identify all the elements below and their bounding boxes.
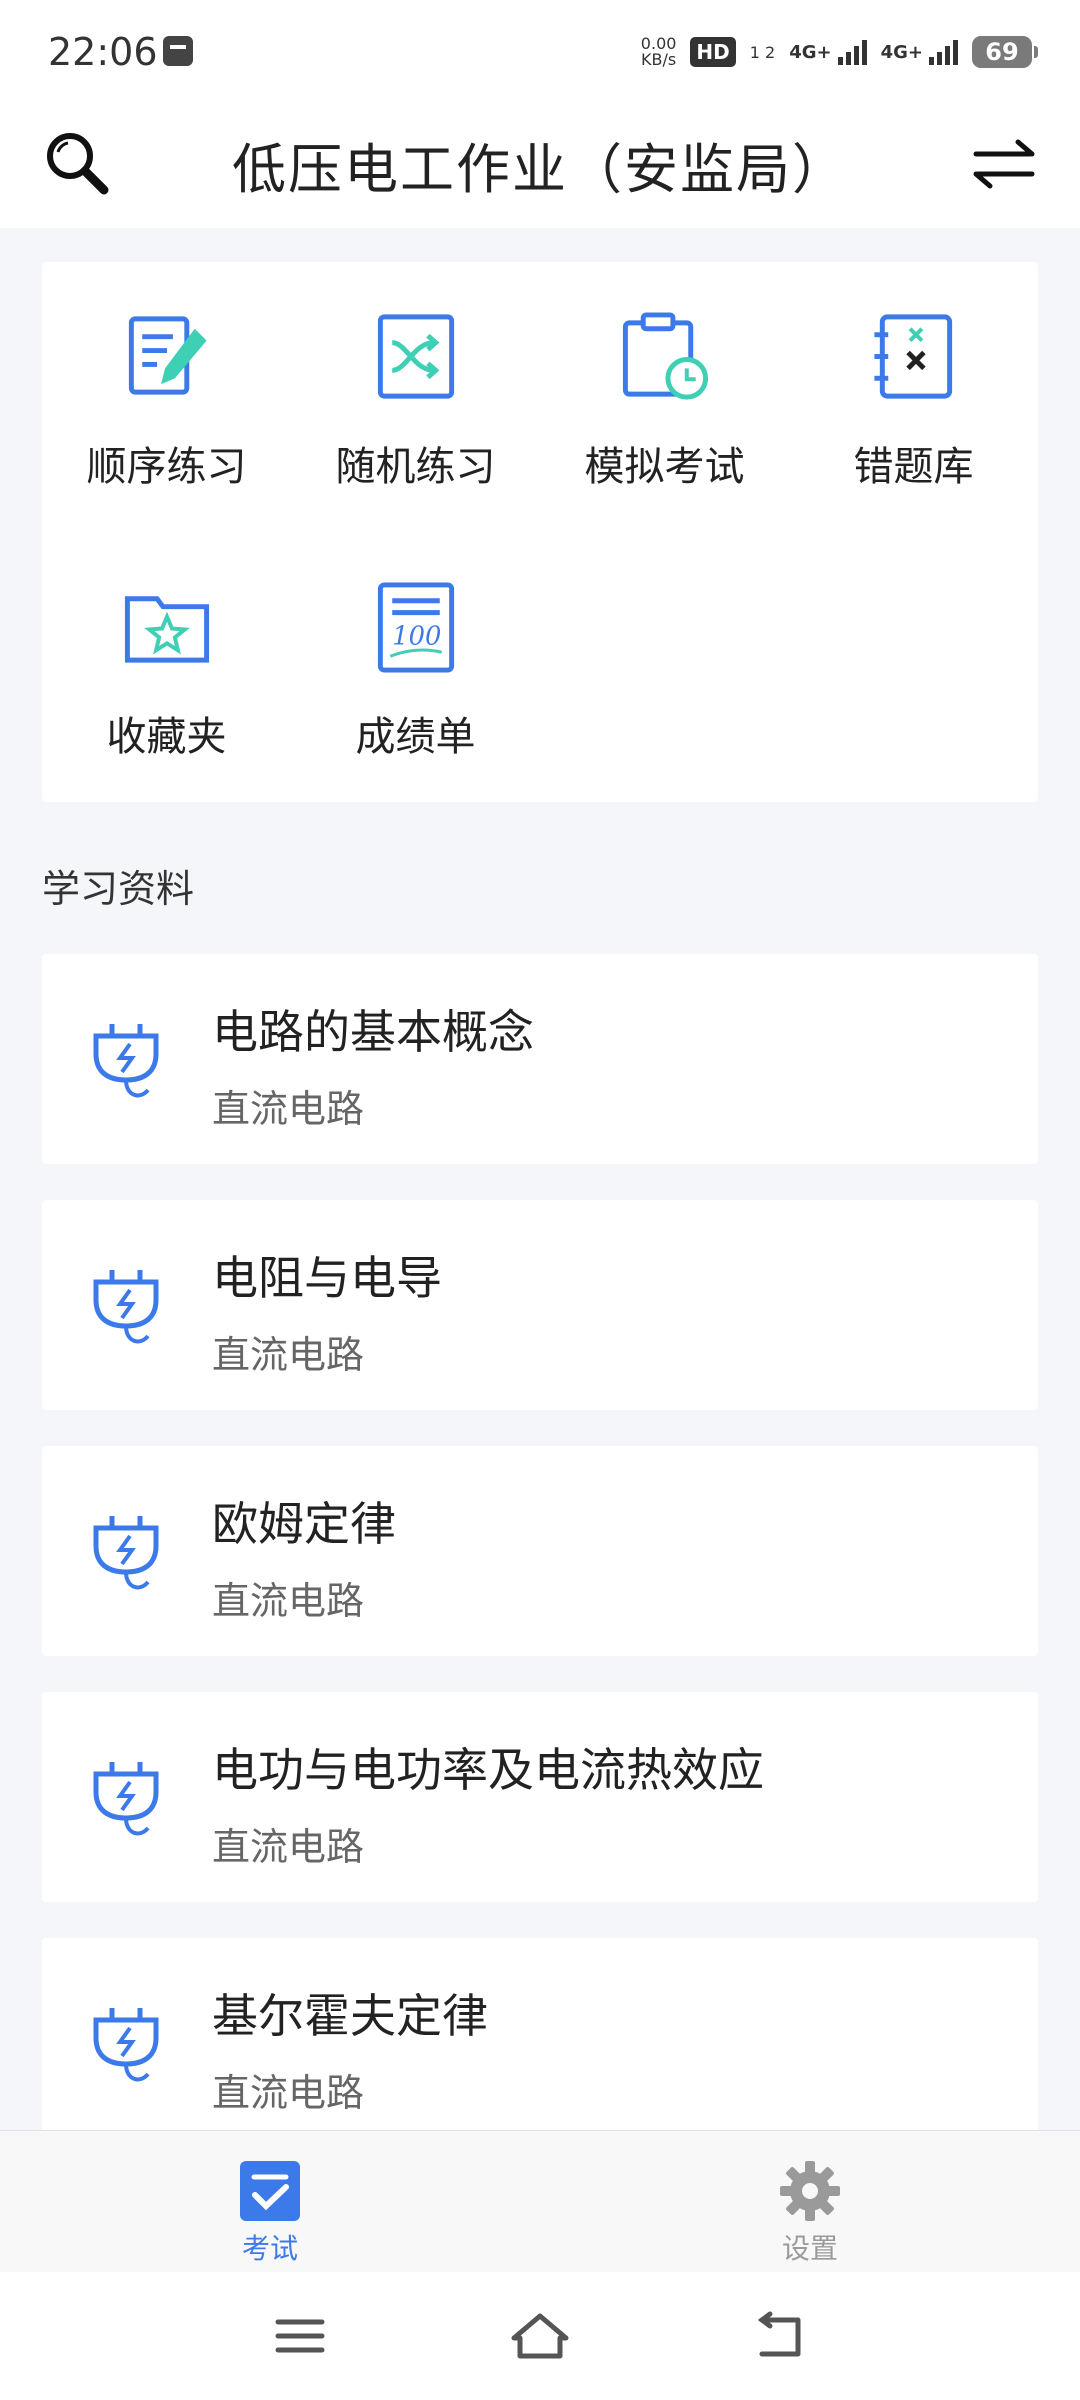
- status-bar: 22:06 0.00 KB/s HD 1 2 4G+ 4G+ 69: [0, 0, 1080, 100]
- exam-check-icon: [240, 2161, 300, 2221]
- plug-icon: [93, 1024, 159, 1098]
- home-icon[interactable]: [510, 2306, 570, 2366]
- grid-item-score-sheet[interactable]: 100 成绩单: [291, 532, 540, 762]
- signal-icon: [929, 39, 958, 65]
- menu-icon[interactable]: [270, 2306, 330, 2366]
- list-item-title: 电路的基本概念: [212, 1005, 534, 1059]
- list-item[interactable]: 欧姆定律 直流电路: [42, 1446, 1038, 1656]
- status-indicators: 0.00 KB/s HD 1 2 4G+ 4G+ 69: [640, 30, 1038, 74]
- grid-item-label: 随机练习: [335, 444, 496, 490]
- function-grid: 顺序练习 随机练习 模拟考试 错题库 收藏夹 100 成绩单: [42, 262, 1038, 802]
- list-item[interactable]: 基尔霍夫定律 直流电路: [42, 1938, 1038, 2148]
- grid-item-random-practice[interactable]: 随机练习: [291, 262, 540, 492]
- network-type-2: 4G+: [880, 41, 923, 63]
- plug-icon: [93, 1270, 159, 1344]
- tab-settings[interactable]: 设置: [710, 2131, 910, 2273]
- gear-icon: [780, 2161, 840, 2221]
- app-header: 低压电工作业（安监局）: [0, 100, 1080, 228]
- page-title: 低压电工作业（安监局）: [232, 137, 848, 201]
- tab-label: 考试: [241, 2232, 298, 2265]
- grid-item-mock-exam[interactable]: 模拟考试: [540, 262, 789, 492]
- grid-item-label: 模拟考试: [584, 444, 745, 490]
- edit-document-icon: [128, 316, 207, 395]
- grid-item-favorites[interactable]: 收藏夹: [42, 532, 291, 762]
- network-type-1: 4G+: [789, 41, 832, 63]
- star-folder-icon: [124, 596, 209, 663]
- list-item-title: 欧姆定律: [212, 1497, 396, 1551]
- hd-badge: HD: [690, 37, 736, 67]
- tab-exam[interactable]: 考试: [170, 2131, 370, 2273]
- swap-arrows-icon[interactable]: [966, 126, 1042, 202]
- list-item-subtitle: 直流电路: [212, 1579, 365, 1623]
- section-title: 学习资料: [42, 867, 195, 911]
- notification-icon: [163, 36, 193, 66]
- clipboard-clock-icon: [622, 312, 708, 400]
- svg-text:100: 100: [392, 621, 441, 651]
- wrong-notebook-icon: [873, 314, 952, 399]
- bottom-nav: 考试 设置: [0, 2130, 1080, 2273]
- plug-icon: [93, 1762, 159, 1836]
- plug-icon: [93, 1516, 159, 1590]
- grid-item-label: 错题库: [853, 444, 974, 490]
- grid-item-sequential-practice[interactable]: 顺序练习: [42, 262, 291, 492]
- list-item-title: 电功与电功率及电流热效应: [212, 1743, 764, 1797]
- sim-indicator: 1 2: [749, 42, 776, 62]
- signal-icon: [837, 39, 867, 65]
- list-item-subtitle: 直流电路: [212, 1825, 365, 1869]
- system-nav-bar: [0, 2272, 1080, 2400]
- list-item-title: 基尔霍夫定律: [212, 1989, 488, 2043]
- grid-item-label: 收藏夹: [106, 714, 227, 760]
- list-item-subtitle: 直流电路: [212, 1087, 365, 1131]
- grid-item-label: 成绩单: [355, 714, 476, 760]
- grid-item-label: 顺序练习: [86, 444, 247, 490]
- plug-icon: [93, 2008, 159, 2082]
- list-item-title: 电阻与电导: [212, 1251, 442, 1305]
- list-item[interactable]: 电阻与电导 直流电路: [42, 1200, 1038, 1410]
- back-icon[interactable]: [750, 2306, 810, 2366]
- score-sheet-icon: 100: [377, 582, 454, 673]
- list-item[interactable]: 电路的基本概念 直流电路: [42, 954, 1038, 1164]
- grid-item-wrong-questions[interactable]: 错题库: [789, 262, 1038, 492]
- search-icon[interactable]: [40, 126, 116, 202]
- tab-label: 设置: [781, 2232, 838, 2265]
- shuffle-icon: [377, 314, 454, 399]
- list-item[interactable]: 电功与电功率及电流热效应 直流电路: [42, 1692, 1038, 1902]
- network-speed: 0.00 KB/s: [640, 34, 677, 69]
- status-time: 22:06: [48, 30, 158, 74]
- list-item-subtitle: 直流电路: [212, 1333, 365, 1377]
- list-item-subtitle: 直流电路: [212, 2071, 365, 2115]
- battery-icon: 69: [972, 36, 1038, 68]
